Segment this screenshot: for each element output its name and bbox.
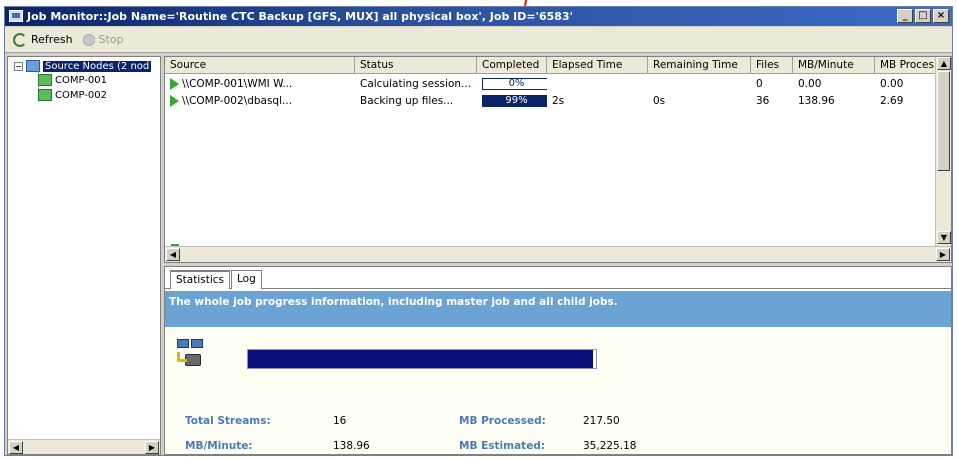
scroll-up-icon[interactable]: ▲ bbox=[937, 57, 951, 70]
cell-completed: 99% bbox=[477, 93, 547, 109]
tab-statistics[interactable]: Statistics bbox=[170, 270, 230, 289]
tab-log[interactable]: Log bbox=[231, 270, 262, 289]
scroll-right-icon[interactable]: ▶ bbox=[145, 441, 159, 454]
tree-item-label: COMP-002 bbox=[55, 89, 107, 101]
running-icon bbox=[170, 95, 179, 107]
tree-horizontal-scrollbar[interactable]: ◀ ▶ bbox=[8, 439, 160, 454]
column-remaining-time[interactable]: Remaining Time bbox=[648, 57, 751, 74]
column-status[interactable]: Status bbox=[355, 57, 477, 74]
refresh-icon bbox=[13, 32, 27, 47]
mb-estimated-value: 35,225.18 bbox=[583, 440, 637, 452]
cell-mb-processed: 0.00 bbox=[880, 78, 904, 90]
job-grid: Source Status Completed Elapsed Time Rem… bbox=[164, 56, 952, 263]
scroll-down-icon[interactable]: ▼ bbox=[937, 231, 951, 244]
window-title: Job Monitor::Job Name='Routine CTC Backu… bbox=[27, 10, 573, 23]
cell-status: Backing up files... bbox=[360, 95, 454, 107]
computer-icon bbox=[38, 89, 52, 101]
close-button[interactable]: × bbox=[933, 9, 949, 23]
tree-item-label: COMP-001 bbox=[55, 74, 107, 86]
title-bar[interactable]: Job Monitor::Job Name='Routine CTC Backu… bbox=[5, 7, 952, 26]
source-path: \\COMP-002\dbasql... bbox=[182, 95, 293, 107]
cell-source: \\COMP-001\WMI W... bbox=[165, 76, 355, 92]
total-streams-label: Total Streams: bbox=[185, 415, 271, 427]
mb-minute-value: 138.96 bbox=[333, 440, 370, 452]
stop-label: Stop bbox=[98, 33, 124, 46]
tree-root-source-nodes[interactable]: − Source Nodes (2 nod bbox=[14, 60, 152, 72]
grid-header: Source Status Completed Elapsed Time Rem… bbox=[165, 57, 951, 74]
app-icon bbox=[9, 10, 23, 22]
tree-item-comp-001[interactable]: COMP-001 bbox=[38, 74, 107, 86]
running-icon bbox=[170, 78, 179, 90]
cell-mb-minute: 138.96 bbox=[798, 95, 835, 107]
column-mb-processed[interactable]: MB Proces bbox=[875, 57, 937, 74]
column-source[interactable]: Source bbox=[165, 57, 355, 74]
cell-elapsed: 2s bbox=[552, 95, 565, 107]
refresh-button[interactable]: Refresh bbox=[13, 32, 73, 47]
source-tree: − Source Nodes (2 nod COMP-001 COMP-002 … bbox=[7, 56, 161, 455]
cell-files: 0 bbox=[756, 78, 763, 90]
grid-horizontal-scrollbar[interactable]: ◀ ▶ bbox=[165, 246, 951, 262]
toolbar: Refresh Stop bbox=[5, 27, 952, 53]
computer-icon bbox=[38, 74, 52, 86]
stop-button[interactable]: Stop bbox=[82, 33, 124, 46]
scroll-right-icon[interactable]: ▶ bbox=[936, 248, 950, 261]
column-files[interactable]: Files bbox=[751, 57, 793, 74]
cell-elapsed bbox=[547, 76, 648, 92]
maximize-button[interactable]: □ bbox=[915, 9, 931, 23]
tree-item-comp-002[interactable]: COMP-002 bbox=[38, 89, 107, 101]
cell-source: \\COMP-002\dbasql... bbox=[165, 93, 355, 109]
overall-progress-fill bbox=[248, 350, 593, 368]
mb-minute-label: MB/Minute: bbox=[185, 440, 253, 452]
total-streams-value: 16 bbox=[333, 415, 347, 427]
refresh-label: Refresh bbox=[31, 33, 73, 46]
statistics-panel: Statistics Log The whole job progress in… bbox=[164, 266, 952, 455]
scroll-thumb[interactable] bbox=[937, 71, 950, 171]
tab-bar: Statistics Log bbox=[165, 267, 951, 289]
collapse-icon[interactable]: − bbox=[14, 61, 23, 71]
row-progress-bar: 99% bbox=[482, 95, 547, 107]
column-mb-minute[interactable]: MB/Minute bbox=[793, 57, 875, 74]
scroll-left-icon[interactable]: ◀ bbox=[166, 248, 180, 261]
tree-root-label: Source Nodes (2 nod bbox=[43, 60, 152, 72]
cell-mb-processed: 2.69 bbox=[880, 95, 904, 107]
overall-progress-bar bbox=[247, 349, 597, 369]
minimize-button[interactable]: _ bbox=[897, 9, 913, 23]
cell-remaining bbox=[648, 76, 751, 92]
column-completed[interactable]: Completed bbox=[477, 57, 547, 74]
cell-completed: 0% bbox=[477, 76, 547, 92]
source-path: \\COMP-001\WMI W... bbox=[182, 78, 293, 90]
row-progress-label: 99% bbox=[505, 95, 528, 106]
mb-processed-value: 217.50 bbox=[583, 415, 620, 427]
grid-vertical-scrollbar[interactable]: ▲ ▼ bbox=[935, 57, 951, 247]
cell-mb-minute: 0.00 bbox=[798, 78, 822, 90]
cell-files: 36 bbox=[756, 95, 770, 107]
window-controls: _ □ × bbox=[897, 9, 949, 23]
stop-icon bbox=[82, 33, 95, 46]
row-progress-bar: 0% bbox=[482, 78, 547, 90]
cell-remaining: 0s bbox=[653, 95, 666, 107]
row-progress-label: 0% bbox=[508, 78, 525, 89]
job-progress-icon bbox=[177, 339, 207, 369]
mb-processed-label: MB Processed: bbox=[459, 415, 546, 427]
cell-status: Calculating session... bbox=[360, 78, 472, 90]
info-banner: The whole job progress information, incl… bbox=[165, 291, 951, 327]
column-elapsed-time[interactable]: Elapsed Time bbox=[547, 57, 648, 74]
scroll-left-icon[interactable]: ◀ bbox=[9, 441, 23, 454]
table-row[interactable]: \\COMP-002\dbasql... Backing up files...… bbox=[165, 93, 937, 109]
job-monitor-window: Job Monitor::Job Name='Routine CTC Backu… bbox=[4, 6, 953, 456]
table-row[interactable]: \\COMP-001\WMI W... Calculating session.… bbox=[165, 76, 937, 92]
mb-estimated-label: MB Estimated: bbox=[459, 440, 546, 452]
